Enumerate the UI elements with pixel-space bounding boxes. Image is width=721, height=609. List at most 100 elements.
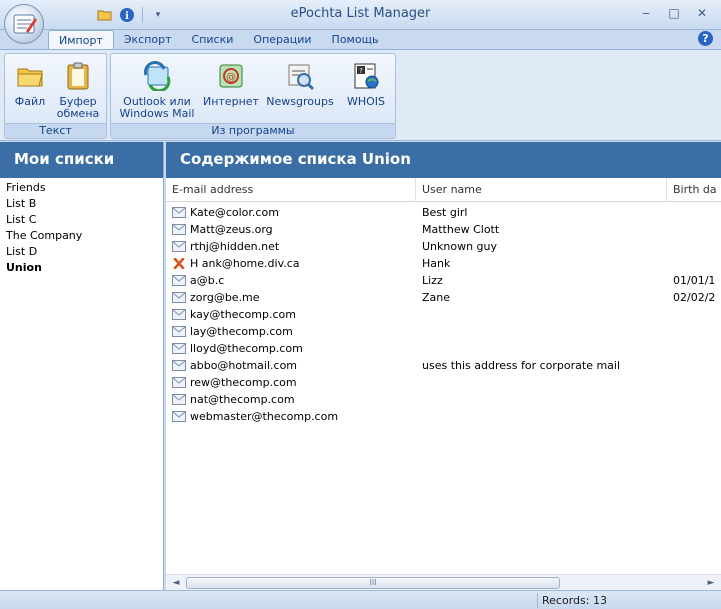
envelope-icon (172, 207, 190, 218)
table-row[interactable]: rthj@hidden.net Unknown guy (166, 238, 721, 255)
close-button[interactable]: ✕ (691, 4, 713, 22)
table-row[interactable]: abbo@hotmail.com uses this address for co… (166, 357, 721, 374)
scroll-right-button[interactable]: ► (703, 575, 719, 591)
import-whois-label: WHOIS (346, 95, 386, 108)
birthdate-cell[interactable]: 01/01/1 (667, 274, 721, 287)
email-cell[interactable]: H ank@home.div.ca (166, 257, 416, 270)
email-text: zorg@be.me (190, 291, 260, 304)
list-contents-title: Содержимое списка Union (166, 142, 721, 178)
email-cell[interactable]: Kate@color.com (166, 206, 416, 219)
table-row[interactable]: a@b.c Lizz 01/01/1 (166, 272, 721, 289)
envelope-icon (172, 411, 190, 422)
help-icon[interactable]: ? (698, 31, 713, 46)
envelope-icon (172, 377, 190, 388)
tab-export[interactable]: Экспорт (114, 30, 182, 50)
username-cell[interactable]: uses this address for corporate mail (416, 359, 667, 372)
envelope-icon (172, 275, 190, 286)
lists-list: Friends List B List C The Company List D Unio… (0, 178, 163, 278)
table-row[interactable]: rew@thecomp.com (166, 374, 721, 391)
envelope-icon (172, 360, 190, 371)
email-cell[interactable]: abbo@hotmail.com (166, 359, 416, 372)
email-text: rthj@hidden.net (190, 240, 280, 253)
scrollbar-thumb[interactable]: III (186, 577, 560, 589)
scroll-left-button[interactable]: ◄ (168, 575, 184, 591)
import-clipboard-button[interactable]: Буфер обмена (51, 60, 105, 120)
list-item[interactable]: Union (6, 260, 157, 276)
import-outlook-button[interactable]: Outlook или Windows Mail (115, 60, 199, 120)
email-cell[interactable]: rew@thecomp.com (166, 376, 416, 389)
email-text: lay@thecomp.com (190, 325, 293, 338)
email-cell[interactable]: a@b.c (166, 274, 416, 287)
username-cell[interactable]: Matthew Clott (416, 223, 667, 236)
email-cell[interactable]: lay@thecomp.com (166, 325, 416, 338)
email-cell[interactable]: nat@thecomp.com (166, 393, 416, 406)
import-whois-button[interactable]: ? WHOIS (339, 60, 393, 108)
clipboard-icon (62, 60, 94, 92)
column-header-email[interactable]: E-mail address (166, 178, 416, 202)
horizontal-scrollbar[interactable]: ◄ III ► (166, 574, 721, 590)
svg-text:?: ? (359, 67, 363, 75)
email-text: Matt@zeus.org (190, 223, 273, 236)
import-outlook-label: Outlook или Windows Mail (119, 95, 195, 120)
tab-help[interactable]: Помощь (322, 30, 389, 50)
list-item[interactable]: Friends (6, 180, 157, 196)
import-file-button[interactable]: Файл (11, 60, 49, 108)
tab-lists[interactable]: Списки (182, 30, 244, 50)
email-cell[interactable]: Matt@zeus.org (166, 223, 416, 236)
column-header-birthdate[interactable]: Birth da (667, 178, 721, 202)
tab-operations[interactable]: Операции (243, 30, 321, 50)
table-row[interactable]: lloyd@thecomp.com (166, 340, 721, 357)
email-text: kay@thecomp.com (190, 308, 296, 321)
maximize-button[interactable]: □ (663, 4, 685, 22)
folder-icon (14, 60, 46, 92)
ribbon-group-from-program-label: Из программы (111, 123, 395, 138)
envelope-icon (172, 309, 190, 320)
table-row[interactable]: lay@thecomp.com (166, 323, 721, 340)
email-cell[interactable]: zorg@be.me (166, 291, 416, 304)
list-item[interactable]: List B (6, 196, 157, 212)
username-cell[interactable]: Zane (416, 291, 667, 304)
username-cell[interactable]: Unknown guy (416, 240, 667, 253)
list-item[interactable]: The Company (6, 228, 157, 244)
ribbon-tabs: Импорт Экспорт Списки Операции Помощь (48, 30, 388, 50)
ribbon-group-text: Файл Буфер обмена Текст (4, 53, 107, 139)
username-cell[interactable]: Lizz (416, 274, 667, 287)
birthdate-cell[interactable]: 02/02/2 (667, 291, 721, 304)
envelope-icon (172, 343, 190, 354)
username-cell[interactable]: Best girl (416, 206, 667, 219)
minimize-button[interactable]: ‒ (635, 4, 657, 22)
table-row[interactable]: Matt@zeus.org Matthew Clott (166, 221, 721, 238)
table-row[interactable]: nat@thecomp.com (166, 391, 721, 408)
import-newsgroups-label: Newsgroups (266, 95, 334, 108)
my-lists-pane: Мои списки Friends List B List C The Compan… (0, 142, 164, 590)
table-row[interactable]: webmaster@thecomp.com (166, 408, 721, 425)
table-row[interactable]: zorg@be.me Zane 02/02/2 (166, 289, 721, 306)
app-menu-button[interactable] (4, 4, 44, 44)
ribbon-group-from-program: Outlook или Windows Mail @ Интернет News… (110, 53, 396, 139)
grid-header: E-mail address User name Birth da (166, 178, 721, 202)
column-header-username[interactable]: User name (416, 178, 667, 202)
email-cell[interactable]: lloyd@thecomp.com (166, 342, 416, 355)
email-cell[interactable]: kay@thecomp.com (166, 308, 416, 321)
records-count: Records: 13 (542, 594, 607, 607)
email-cell[interactable]: webmaster@thecomp.com (166, 410, 416, 423)
list-item[interactable]: List C (6, 212, 157, 228)
newsgroups-icon (284, 60, 316, 92)
envelope-icon (172, 292, 190, 303)
table-row[interactable]: Kate@color.com Best girl (166, 204, 721, 221)
list-contents-pane: Содержимое списка Union E-mail address U… (166, 142, 721, 590)
username-cell[interactable]: Hank (416, 257, 667, 270)
envelope-icon (172, 224, 190, 235)
tab-import[interactable]: Импорт (48, 30, 114, 50)
import-internet-button[interactable]: @ Интернет (201, 60, 261, 108)
list-item[interactable]: List D (6, 244, 157, 260)
ribbon-group-text-label: Текст (5, 123, 106, 138)
internet-icon: @ (215, 60, 247, 92)
grid-rows: Kate@color.com Best girl Matt@zeus.org Matt… (166, 202, 721, 425)
table-row[interactable]: H ank@home.div.ca Hank (166, 255, 721, 272)
email-cell[interactable]: rthj@hidden.net (166, 240, 416, 253)
table-row[interactable]: kay@thecomp.com (166, 306, 721, 323)
import-newsgroups-button[interactable]: Newsgroups (263, 60, 337, 108)
email-text: a@b.c (190, 274, 225, 287)
email-text: H ank@home.div.ca (190, 257, 300, 270)
